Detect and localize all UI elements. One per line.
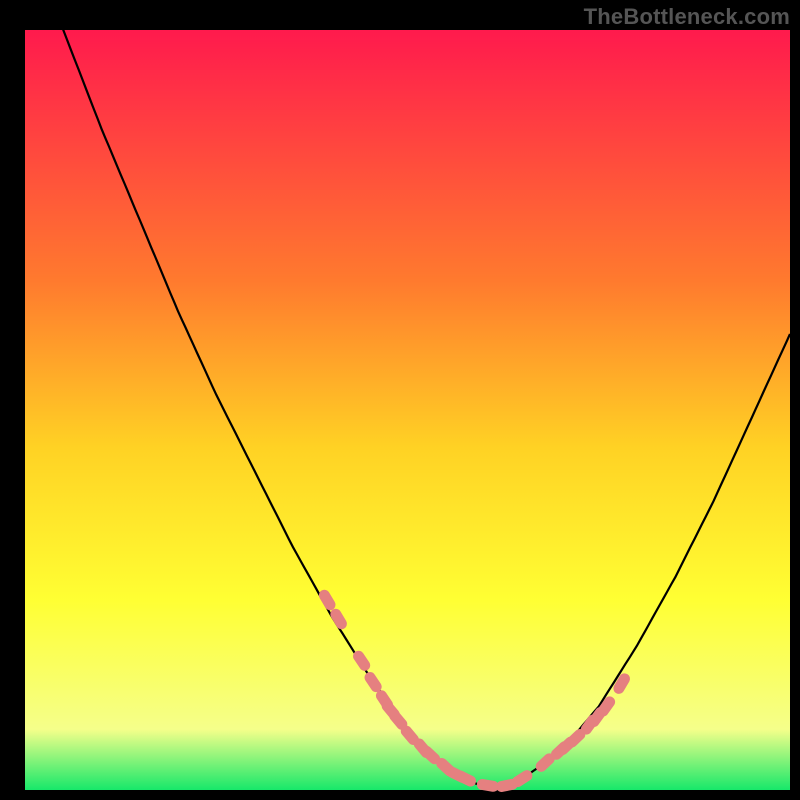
attribution-label: TheBottleneck.com bbox=[584, 4, 790, 30]
bottleneck-chart bbox=[0, 0, 800, 800]
chart-frame: TheBottleneck.com bbox=[0, 0, 800, 800]
gradient-background bbox=[25, 30, 790, 790]
